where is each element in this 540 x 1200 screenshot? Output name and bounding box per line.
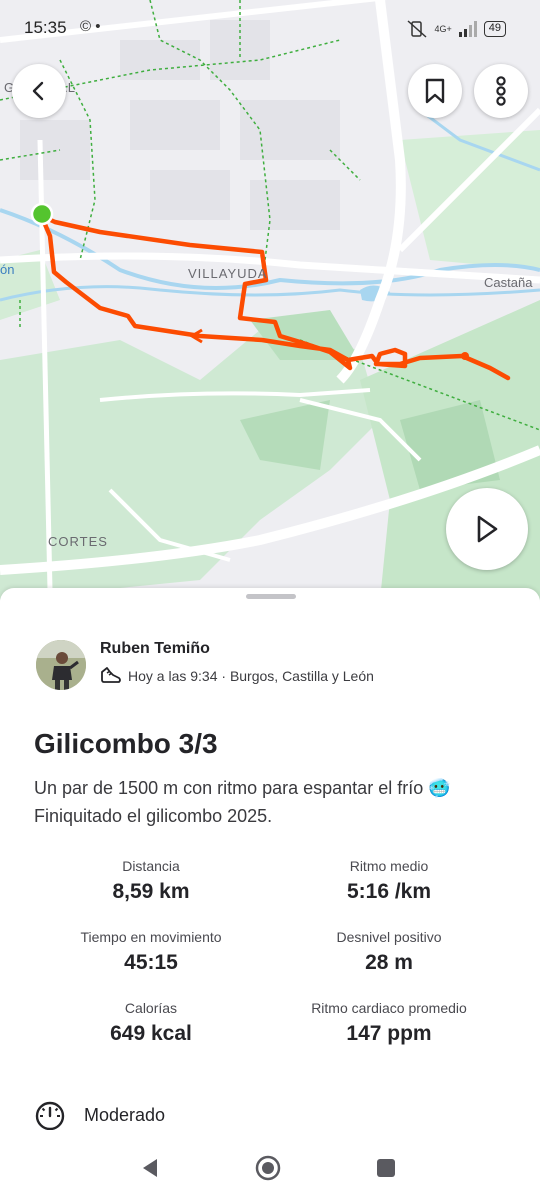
save-route-button[interactable] <box>408 64 462 118</box>
stat-label: Tiempo en movimiento <box>80 929 222 945</box>
nav-home-button[interactable] <box>254 1154 282 1182</box>
intensity-label: Moderado <box>84 1104 166 1125</box>
activity-title: Gilicombo 3/3 <box>34 728 218 759</box>
avatar[interactable] <box>36 640 86 690</box>
battery-icon: 49 <box>483 21 506 37</box>
map-label-leon: ón <box>0 262 15 277</box>
status-time: 15:35 <box>24 18 67 37</box>
square-recents-icon <box>377 1159 395 1177</box>
home-circle-icon <box>255 1155 281 1181</box>
nav-back-button[interactable] <box>136 1154 164 1182</box>
activity-meta: Hoy a las 9:34 · Burgos, Castilla y León <box>100 666 374 686</box>
notification-icons: © • <box>80 18 101 35</box>
activity-sheet[interactable]: Ruben Temiño Hoy a las 9:34 · Burgos, Ca… <box>0 588 540 1136</box>
stat-value: 5:16 /km <box>346 880 432 903</box>
activity-description: Un par de 1500 m con ritmo para espantar… <box>34 778 451 826</box>
bookmark-icon <box>425 78 445 104</box>
signal-icon <box>458 21 477 37</box>
back-button[interactable] <box>12 64 66 118</box>
athlete-photo <box>36 640 86 690</box>
status-bar: 15:35 © • 4G+ 49 <box>0 0 540 56</box>
stat-value: 28 m <box>365 951 413 974</box>
stat-calories: Calorías 649 kcal <box>16 1000 286 1046</box>
status-right-icons: 4G+ 49 <box>406 20 506 38</box>
stat-label: Calorías <box>124 1000 178 1016</box>
stat-value: 649 kcal <box>110 1022 192 1045</box>
sheet-drag-handle[interactable] <box>246 594 296 599</box>
stat-avg-pace: Ritmo medio 5:16 /km <box>254 858 524 904</box>
stat-distance: Distancia 8,59 km <box>16 858 286 904</box>
vibrate-off-icon <box>407 20 427 38</box>
map-label-villayuda: VILLAYUDA <box>188 266 268 281</box>
intensity-row[interactable]: Moderado <box>34 1100 165 1130</box>
triangle-back-icon <box>143 1159 157 1177</box>
running-shoe-icon <box>101 667 121 683</box>
athlete-name[interactable]: Ruben Temiño <box>100 640 210 658</box>
more-options-button[interactable] <box>474 64 528 118</box>
network-type: 4G+ <box>434 23 452 34</box>
stat-avg-heart-rate: Ritmo cardiaco promedio 147 ppm <box>254 1000 524 1046</box>
stat-label: Ritmo medio <box>349 858 429 874</box>
nav-recents-button[interactable] <box>372 1154 400 1182</box>
start-marker <box>30 202 54 226</box>
map-label-cortes: CORTES <box>48 534 108 549</box>
stat-value: 147 ppm <box>346 1022 432 1045</box>
gauge-icon <box>35 1101 65 1130</box>
stat-value: 8,59 km <box>112 880 190 903</box>
stat-moving-time: Tiempo en movimiento 45:15 <box>16 929 286 975</box>
more-vertical-icon <box>496 76 506 106</box>
stat-label: Distancia <box>122 858 180 874</box>
stat-elevation-gain: Desnivel positivo 28 m <box>254 929 524 975</box>
system-nav-bar <box>0 1136 540 1200</box>
play-icon <box>477 515 498 543</box>
activity-date-location: Hoy a las 9:34 · Burgos, Castilla y León <box>128 668 374 684</box>
flyover-play-button[interactable] <box>446 488 528 570</box>
map-label-castanares: Castaña <box>484 275 533 290</box>
stat-label: Desnivel positivo <box>336 929 442 945</box>
back-arrow-icon <box>32 81 44 101</box>
stat-label: Ritmo cardiaco promedio <box>311 1000 467 1016</box>
stat-value: 45:15 <box>124 951 178 974</box>
